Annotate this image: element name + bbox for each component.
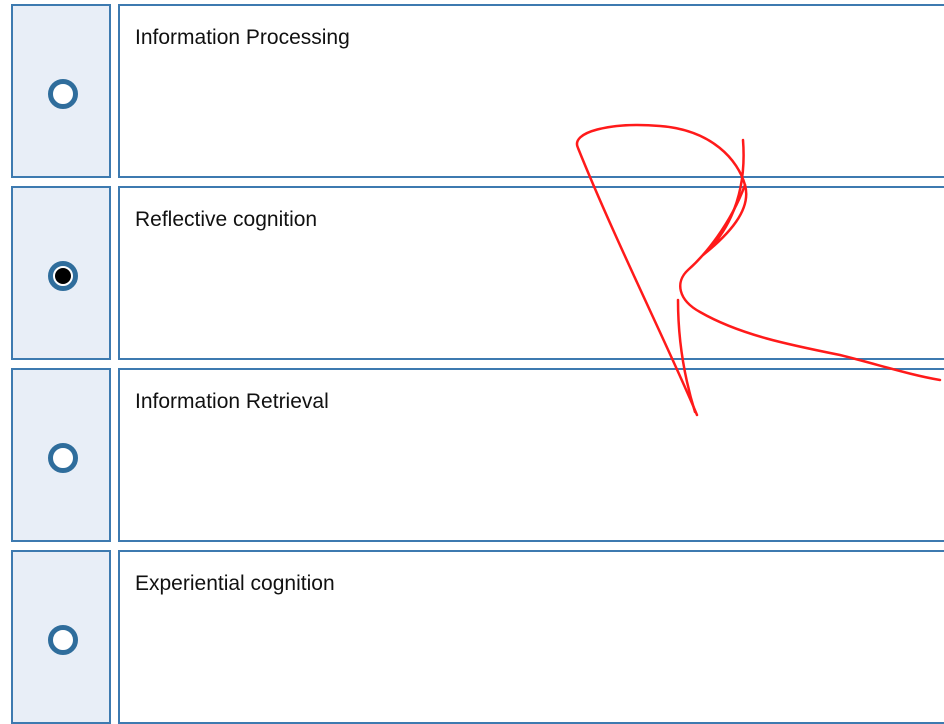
option-row-4: Experiential cognition xyxy=(0,546,944,724)
option-label-cell-4[interactable]: Experiential cognition xyxy=(118,550,944,724)
radio-cell-1[interactable] xyxy=(11,4,111,178)
option-label-cell-3[interactable]: Information Retrieval xyxy=(118,368,944,542)
radio-button-4[interactable] xyxy=(48,625,78,655)
radio-cell-4[interactable] xyxy=(11,550,111,724)
option-label-4: Experiential cognition xyxy=(135,572,335,595)
option-label-cell-2[interactable]: Reflective cognition xyxy=(118,186,944,360)
radio-button-2[interactable] xyxy=(48,261,78,291)
radio-button-1[interactable] xyxy=(48,79,78,109)
option-label-3: Information Retrieval xyxy=(135,390,329,413)
option-label-cell-1[interactable]: Information Processing xyxy=(118,4,944,178)
option-row-3: Information Retrieval xyxy=(0,364,944,542)
radio-cell-2[interactable] xyxy=(11,186,111,360)
option-label-1: Information Processing xyxy=(135,26,350,49)
option-row-2: Reflective cognition xyxy=(0,182,944,360)
option-label-2: Reflective cognition xyxy=(135,208,318,231)
radio-cell-3[interactable] xyxy=(11,368,111,542)
radio-button-3[interactable] xyxy=(48,443,78,473)
option-row-1: Information Processing xyxy=(0,0,944,178)
